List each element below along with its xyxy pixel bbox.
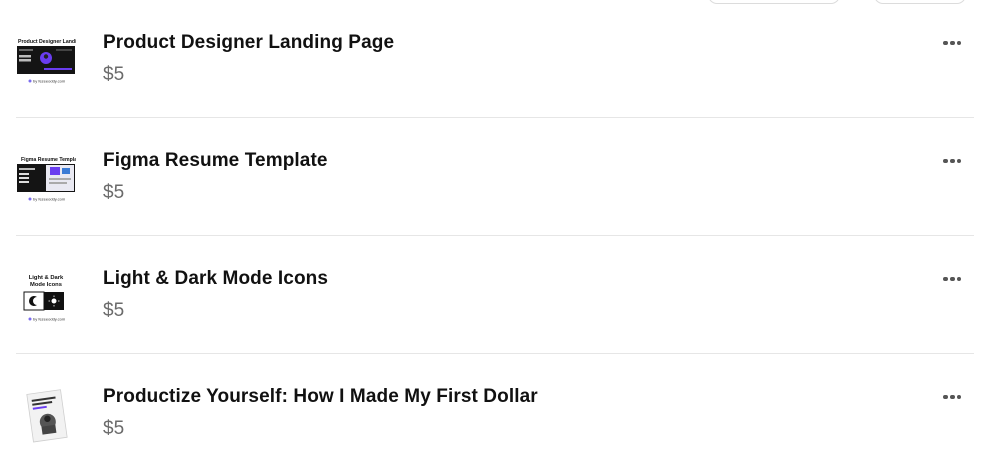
- product-row[interactable]: Productize Yourself: How I Made My First…: [16, 354, 974, 471]
- more-options-icon[interactable]: [942, 34, 966, 50]
- svg-text:Figma Resume Template: Figma Resume Template: [21, 157, 76, 163]
- svg-text:by fezeeoddy.com: by fezeeoddy.com: [33, 79, 66, 84]
- more-options-icon[interactable]: [942, 388, 966, 404]
- product-price: $5: [103, 64, 125, 85]
- product-title[interactable]: Product Designer Landing Page: [103, 32, 394, 54]
- svg-text:Mode Icons: Mode Icons: [30, 282, 62, 288]
- product-row[interactable]: Figma Resume Template by fezeeoddy.com F…: [16, 118, 974, 236]
- light-dark-icons-thumbnail[interactable]: Light & Dark Mode Icons by fezeeoddy.com: [16, 268, 76, 328]
- product-row[interactable]: Product Designer Landing Page by fezeeod…: [16, 0, 974, 118]
- product-price: $5: [103, 300, 125, 321]
- more-options-icon[interactable]: [942, 270, 966, 286]
- product-price: $5: [103, 418, 125, 439]
- more-options-icon[interactable]: [942, 152, 966, 168]
- svg-text:by fezeeoddy.com: by fezeeoddy.com: [33, 197, 66, 202]
- product-row[interactable]: Light & Dark Mode Icons by fezeeoddy.com…: [16, 236, 974, 354]
- product-title[interactable]: Figma Resume Template: [103, 150, 328, 172]
- product-title[interactable]: Light & Dark Mode Icons: [103, 268, 328, 290]
- svg-text:by fezeeoddy.com: by fezeeoddy.com: [33, 317, 66, 322]
- svg-text:Light & Dark: Light & Dark: [29, 275, 64, 281]
- product-list: Product Designer Landing Page by fezeeod…: [16, 0, 974, 471]
- product-title[interactable]: Productize Yourself: How I Made My First…: [103, 386, 538, 408]
- svg-text:Product Designer Landing Page: Product Designer Landing Page: [18, 39, 76, 45]
- product-price: $5: [103, 182, 125, 203]
- landing-page-thumbnail[interactable]: Product Designer Landing Page by fezeeod…: [16, 32, 97, 92]
- resume-template-thumbnail[interactable]: Figma Resume Template by fezeeoddy.com: [16, 150, 82, 210]
- ebook-cover-thumbnail[interactable]: [16, 386, 76, 446]
